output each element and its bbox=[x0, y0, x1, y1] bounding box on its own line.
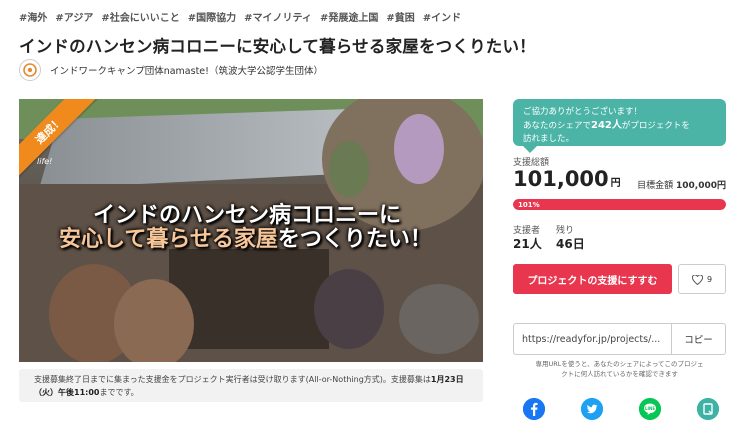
total-amount-value: 101,000 bbox=[513, 167, 609, 191]
copy-button[interactable]: コピー bbox=[672, 323, 726, 355]
balloon-line1: ご協力ありがとうございます！ bbox=[523, 107, 643, 117]
total-amount-unit: 円 bbox=[610, 178, 621, 189]
support-project-button[interactable]: プロジェクトの支援にすすむ bbox=[513, 264, 672, 294]
facebook-icon[interactable] bbox=[523, 398, 545, 420]
goal-label: 目標金額 bbox=[637, 181, 674, 191]
balloon-count: 242人 bbox=[591, 120, 622, 131]
org-info[interactable]: インドワークキャンプ団体namaste!（筑波大学公認学生団体） bbox=[19, 59, 323, 81]
like-count: 9 bbox=[706, 274, 713, 284]
hero-image: 達成！ インドのハンセン病コロニーに 安心して暮らせる家屋をつくりたい！ lif… bbox=[19, 99, 483, 362]
note-icon[interactable] bbox=[697, 398, 719, 420]
tag-item[interactable]: #社会にいいこと bbox=[101, 9, 179, 24]
goal-value: 100,000円 bbox=[676, 181, 726, 191]
org-logo-icon[interactable] bbox=[19, 59, 41, 81]
tag-list: #海外 #アジア #社会にいいこと #国際協力 #マイノリティ #発展途上国 #… bbox=[19, 9, 461, 24]
tag-item[interactable]: #インド bbox=[423, 9, 461, 24]
progress-bar: 101% bbox=[513, 199, 726, 210]
line-icon[interactable]: LINE bbox=[639, 398, 661, 420]
hero-caption-rest: をつくりたい！ bbox=[277, 227, 432, 252]
total-amount: 101,000 円 bbox=[513, 167, 621, 191]
progress-percent: 101% bbox=[518, 200, 540, 209]
remaining-value: 46日 bbox=[556, 237, 585, 251]
progress-bar-fill: 101% bbox=[513, 199, 726, 210]
tag-item[interactable]: #マイノリティ bbox=[244, 9, 312, 24]
share-note-line1: 専用URLを使うと、あなたのシェアによってこのプロジェ bbox=[535, 360, 704, 368]
balloon-post: がプロジェクトを bbox=[621, 121, 690, 131]
balloon-line3: 訪れました。 bbox=[523, 134, 575, 144]
heart-icon bbox=[691, 270, 703, 289]
tag-item[interactable]: #アジア bbox=[55, 9, 93, 24]
share-note: 専用URLを使うと、あなたのシェアによってこのプロジェ クトに何人訪れているかを… bbox=[513, 359, 726, 379]
hero-caption-line2: 安心して暮らせる家屋をつくりたい！ bbox=[59, 221, 432, 253]
tag-item[interactable]: #発展途上国 bbox=[320, 9, 378, 24]
tag-item[interactable]: #海外 bbox=[19, 9, 47, 24]
social-share-buttons: LINE bbox=[523, 398, 719, 420]
hero-caption-accent: 安心して暮らせる家屋 bbox=[59, 227, 278, 252]
org-name[interactable]: インドワークキャンプ団体namaste!（筑波大学公認学生団体） bbox=[50, 63, 323, 77]
notice-text-after: までです。 bbox=[99, 388, 139, 397]
svg-text:LINE: LINE bbox=[645, 406, 655, 411]
notice-text-before: 支援募集終了日までに集まった支援金をプロジェクト実行者は受け取ります(All-o… bbox=[34, 375, 431, 384]
share-note-line2: クトに何人訪れているかを確認できます bbox=[561, 370, 678, 378]
balloon-pre: あなたのシェアで bbox=[523, 121, 592, 131]
hero-logo-text: life! bbox=[37, 157, 53, 166]
share-url-input[interactable] bbox=[513, 323, 672, 355]
project-title: インドのハンセン病コロニーに安心して暮らせる家屋をつくりたい！ bbox=[19, 37, 536, 56]
funding-panel: ご協力ありがとうございます！ あなたのシェアで242人がプロジェクトを 訪れまし… bbox=[513, 99, 726, 420]
like-button[interactable]: 9 bbox=[678, 264, 726, 294]
tag-item[interactable]: #貧困 bbox=[386, 9, 414, 24]
supporters-value: 21人 bbox=[513, 237, 542, 251]
balloon-line2: あなたのシェアで242人がプロジェクトを bbox=[523, 119, 716, 133]
funding-notice: 支援募集終了日までに集まった支援金をプロジェクト実行者は受け取ります(All-o… bbox=[19, 369, 483, 402]
share-url-box: コピー bbox=[513, 323, 726, 355]
twitter-icon[interactable] bbox=[581, 398, 603, 420]
tag-item[interactable]: #国際協力 bbox=[188, 9, 236, 24]
goal-amount: 目標金額 100,000円 bbox=[637, 178, 726, 191]
share-thanks-balloon: ご協力ありがとうございます！ あなたのシェアで242人がプロジェクトを 訪れまし… bbox=[513, 99, 726, 153]
